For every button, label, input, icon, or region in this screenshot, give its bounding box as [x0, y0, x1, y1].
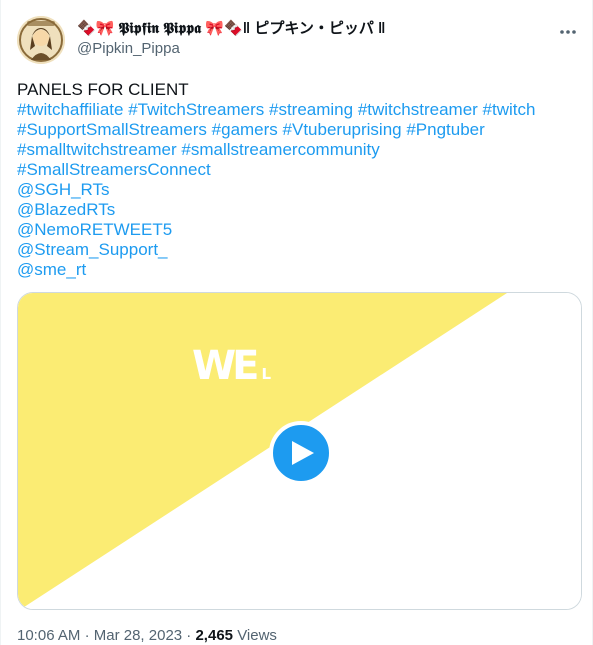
avatar[interactable] — [17, 16, 65, 64]
meta-separator: · — [84, 627, 90, 644]
mention-link[interactable]: @SGH_RTs — [17, 180, 582, 200]
tweet-time[interactable]: 10:06 AM · Mar 28, 2023 — [17, 627, 182, 644]
hashtag-link[interactable]: #smalltwitchstreamer — [17, 140, 177, 159]
meta-separator: · — [186, 627, 192, 644]
author-block: 🍫🎀 𝕻𝖎𝖕𝖋𝖎𝖓 𝕻𝖎𝖕𝖕𝖆 🎀🍫‖ ピプキン・ピッパ ‖ @Pipkin_P… — [77, 19, 386, 59]
hashtag-link[interactable]: #Pngtuber — [406, 120, 484, 139]
hashtag-line: #smalltwitchstreamer #smallstreamercommu… — [17, 140, 582, 160]
hashtag-link[interactable]: #SupportSmallStreamers — [17, 120, 207, 139]
video-player[interactable]: WE L — [17, 292, 582, 610]
mention-link[interactable]: @sme_rt — [17, 260, 582, 280]
author-display-name[interactable]: 🍫🎀 𝕻𝖎𝖕𝖋𝖎𝖓 𝕻𝖎𝖕𝖕𝖆 🎀🍫‖ ピプキン・ピッパ ‖ — [77, 19, 386, 39]
hashtag-link[interactable]: #twitch — [483, 100, 536, 119]
hashtag-link[interactable]: #twitchaffiliate — [17, 100, 123, 119]
mention-link[interactable]: @NemoRETWEET5 — [17, 220, 582, 240]
hashtag-link[interactable]: #streaming — [269, 100, 353, 119]
overlay-text-small: L — [261, 365, 272, 383]
more-options-button[interactable] — [558, 22, 578, 42]
hashtag-link[interactable]: #smallstreamercommunity — [181, 140, 379, 159]
hashtag-link[interactable]: #TwitchStreamers — [128, 100, 264, 119]
avatar-illustration-icon — [17, 16, 65, 64]
author-handle[interactable]: @Pipkin_Pippa — [77, 39, 386, 59]
hashtag-line: #twitchaffiliate #TwitchStreamers #strea… — [17, 100, 582, 120]
hashtag-link[interactable]: #twitchstreamer — [358, 100, 478, 119]
hashtag-link[interactable]: #SmallStreamersConnect — [17, 160, 211, 179]
tweet-time-value: 10:06 AM — [17, 627, 81, 644]
views-label: Views — [237, 627, 277, 644]
hashtag-line: #SmallStreamersConnect — [17, 160, 582, 180]
video-overlay-text: WE L — [192, 343, 271, 389]
tweet-meta: 10:06 AM · Mar 28, 2023 · 2,465 Views — [17, 627, 277, 645]
views-count: 2,465 — [195, 627, 234, 644]
hashtag-link[interactable]: #Vtuberuprising — [283, 120, 402, 139]
mention-link[interactable]: @BlazedRTs — [17, 200, 582, 220]
tweet-card: 🍫🎀 𝕻𝖎𝖕𝖋𝖎𝖓 𝕻𝖎𝖕𝖕𝖆 🎀🍫‖ ピプキン・ピッパ ‖ @Pipkin_P… — [0, 0, 593, 645]
more-horizontal-icon — [560, 30, 576, 34]
play-button[interactable] — [269, 421, 333, 485]
mention-link[interactable]: @Stream_Support_ — [17, 240, 582, 260]
tweet-heading: PANELS FOR CLIENT — [17, 80, 189, 99]
tweet-date: Mar 28, 2023 — [93, 627, 183, 644]
tweet-text: PANELS FOR CLIENT #twitchaffiliate #Twit… — [17, 80, 582, 280]
overlay-text-big: WE — [192, 343, 259, 389]
hashtag-link[interactable]: #gamers — [212, 120, 278, 139]
play-icon — [292, 441, 314, 465]
hashtag-line: #SupportSmallStreamers #gamers #Vtuberup… — [17, 120, 582, 140]
